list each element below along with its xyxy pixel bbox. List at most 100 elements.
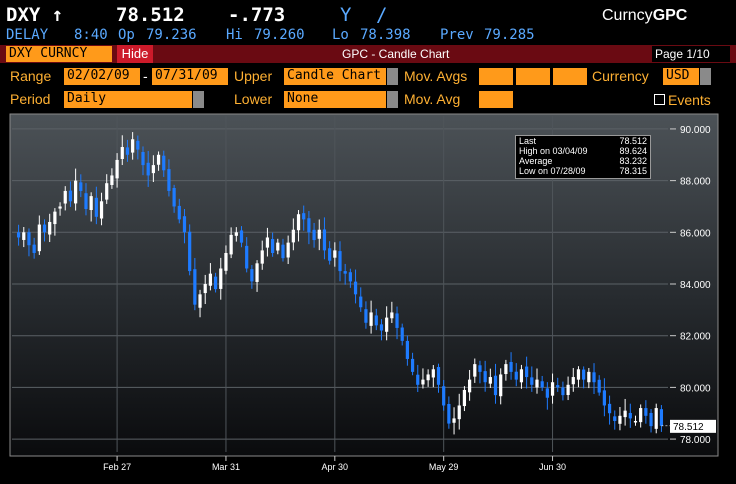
range-end-input[interactable]: 07/31/09: [152, 68, 228, 85]
candle-body: [519, 369, 524, 383]
candle-body: [597, 379, 601, 393]
candle-body: [328, 248, 332, 261]
legend-value: 89.624: [619, 146, 647, 156]
candle-body: [556, 385, 560, 388]
currency-select[interactable]: USD: [663, 68, 699, 85]
candle-body: [571, 377, 575, 385]
candle-body: [219, 268, 223, 289]
mov-avg-input-2[interactable]: [516, 68, 550, 85]
legend-value: 83.232: [619, 156, 647, 166]
candle-body: [550, 382, 555, 396]
candle-body: [110, 175, 114, 185]
period-dropdown-icon[interactable]: [193, 91, 204, 108]
candle-body: [291, 229, 295, 243]
candle-body: [525, 366, 529, 378]
candle-body: [203, 284, 207, 294]
x-tick-label: Mar 31: [212, 462, 240, 472]
mov-avg-input-3[interactable]: [553, 68, 587, 85]
candle-body: [483, 371, 487, 383]
candle-body: [198, 294, 202, 308]
candle-body: [53, 211, 57, 225]
candle-body: [509, 362, 513, 372]
candle-body: [504, 364, 508, 375]
candle-body: [442, 386, 446, 406]
candle-body: [16, 232, 21, 238]
candle-body: [193, 269, 197, 305]
candle-body: [265, 237, 270, 248]
upper-label: Upper: [234, 68, 273, 84]
candle-body: [405, 340, 409, 359]
candle-body: [271, 238, 275, 253]
candle-body: [338, 251, 342, 272]
events-checkbox[interactable]: [654, 94, 665, 105]
y-tick-label: 86.000: [680, 228, 711, 239]
open-label: Op: [118, 27, 135, 43]
candle-body: [343, 271, 347, 274]
candle-body: [276, 242, 280, 251]
candle-body: [162, 155, 166, 171]
candle-body: [281, 244, 285, 259]
candle-body: [172, 188, 176, 207]
open-value: 79.236: [146, 27, 197, 43]
x-tick-label: Feb 27: [103, 462, 131, 472]
candle-body: [400, 327, 404, 341]
candle-body: [48, 221, 52, 235]
time: 8:40: [74, 27, 108, 43]
upper-select[interactable]: Candle Chart: [284, 68, 386, 85]
candle-body: [146, 162, 150, 176]
candle-body: [582, 369, 586, 380]
page-indicator[interactable]: Page 1/10: [652, 46, 730, 62]
candle-body: [530, 377, 534, 385]
candle-body: [639, 408, 643, 423]
last-price: 78.512: [116, 4, 185, 26]
period-select[interactable]: Daily: [64, 91, 192, 108]
candle-body: [156, 154, 161, 165]
legend-label: High on 03/04/09: [519, 146, 588, 156]
x-tick-label: Apr 30: [322, 462, 349, 472]
hi-label: Hi: [226, 27, 243, 43]
candle-body: [587, 371, 591, 383]
y-tick-label: 82.000: [680, 332, 711, 343]
candle-body: [167, 169, 171, 191]
candle-body: [369, 312, 373, 326]
currency-label: Currency: [592, 68, 649, 84]
hide-button[interactable]: Hide: [117, 45, 153, 63]
candle-body: [312, 229, 316, 241]
candle-body: [353, 281, 358, 295]
candle-body: [613, 416, 617, 421]
range-dash: -: [143, 68, 148, 84]
candle-body: [255, 263, 259, 282]
prev-label: Prev: [440, 27, 474, 43]
candle-body: [447, 403, 451, 424]
legend-row: High on 03/04/09 89.624: [516, 146, 650, 156]
candle-body: [296, 214, 301, 231]
candle-body: [74, 180, 78, 204]
candle-body: [322, 229, 327, 251]
mov-avg-input-1[interactable]: [479, 68, 513, 85]
candle-body: [488, 377, 492, 384]
candle-body: [618, 415, 622, 424]
candle-body: [229, 234, 233, 255]
candle-body: [151, 165, 155, 174]
currency-dropdown-icon[interactable]: [700, 68, 711, 85]
slash: /: [376, 4, 388, 26]
x-tick-label: May 29: [429, 462, 459, 472]
lower-dropdown-icon[interactable]: [387, 91, 398, 108]
security-field[interactable]: DXY CURNCY: [6, 46, 112, 62]
candle-body: [302, 213, 306, 220]
lo-label: Lo: [332, 27, 349, 43]
lower-mov-avg-input[interactable]: [479, 91, 513, 108]
range-start-input[interactable]: 02/02/09: [64, 68, 140, 85]
lower-select[interactable]: None: [284, 91, 386, 108]
candle-body: [99, 201, 104, 219]
legend-row: Last 78.512: [516, 136, 650, 146]
candle-body: [131, 139, 135, 153]
legend-value: 78.512: [619, 136, 647, 146]
up-arrow-icon: ↑: [51, 4, 64, 26]
candle-body: [105, 183, 109, 200]
chart-title: GPC - Candle Chart: [342, 47, 450, 61]
x-tick-label: Jun 30: [539, 462, 566, 472]
candle-body: [410, 358, 415, 372]
func-prefix: Curncy: [602, 7, 653, 24]
upper-dropdown-icon[interactable]: [387, 68, 398, 85]
